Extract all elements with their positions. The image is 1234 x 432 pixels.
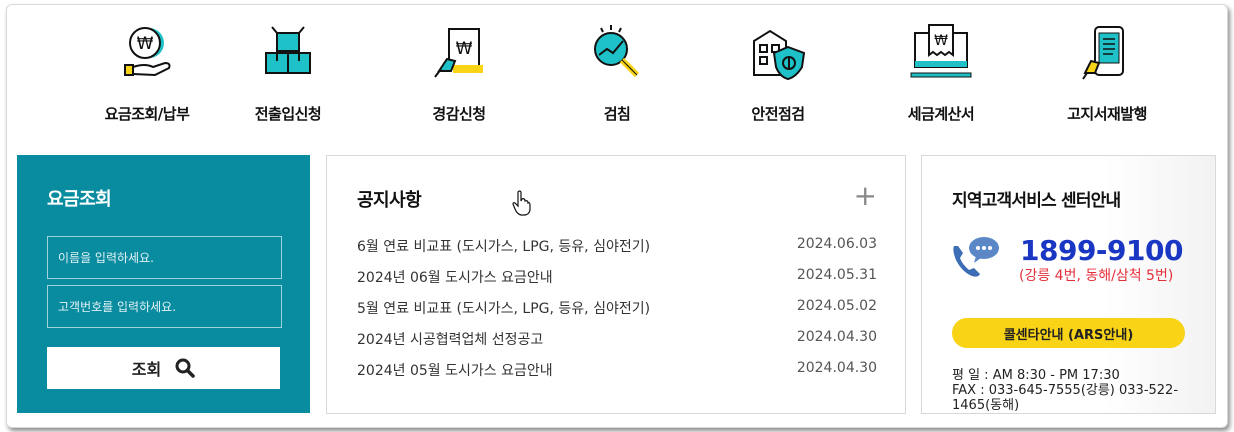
- name-input[interactable]: [47, 236, 282, 279]
- fee-lookup-panel: 요금조회 조회: [17, 155, 310, 413]
- menu-move-request[interactable]: 전출입신청: [218, 21, 358, 141]
- notice-item-title: 6월 연료 비교표 (도시가스, LPG, 등유, 심야전기): [357, 239, 651, 255]
- weekday-hours: 평 일 : AM 8:30 - PM 17:30: [952, 368, 1120, 383]
- fax-numbers: FAX : 033-645-7555(강릉) 033-522-1465(동해): [952, 383, 1179, 413]
- svg-text:₩: ₩: [137, 34, 154, 54]
- notice-item[interactable]: 5월 연료 비교표 (도시가스, LPG, 등유, 심야전기) 2024.05.…: [357, 298, 877, 320]
- notice-item[interactable]: 2024년 05월 도시가스 요금안내 2024.04.30: [357, 360, 877, 382]
- meter-magnifier-icon: [594, 25, 640, 78]
- notice-item[interactable]: 2024년 06월 도시가스 요금안내 2024.05.31: [357, 267, 877, 289]
- notice-item[interactable]: 2024년 시공협력업체 선정공고 2024.04.30: [357, 329, 877, 351]
- building-shield-icon: [753, 29, 806, 81]
- more-plus-icon[interactable]: +: [854, 182, 877, 210]
- notice-item-title: 5월 연료 비교표 (도시가스, LPG, 등유, 심야전기): [357, 301, 651, 317]
- menu-label: 검침: [603, 105, 631, 123]
- menu-label: 안전점검: [751, 105, 805, 123]
- menu-label: 고지서재발행: [1067, 105, 1147, 123]
- notice-title: 공지사항: [357, 190, 422, 211]
- menu-meter-reading[interactable]: 검침: [547, 21, 687, 141]
- notice-item-date: 2024.04.30: [796, 360, 877, 376]
- page-frame: ₩ 요금조회/납부 전출입신청 ₩ 경감신청 검침 안전점검 ₩ 세금계산서 고…: [6, 4, 1228, 428]
- hand-cursor-icon: [512, 190, 531, 216]
- menu-label: 전출입신청: [254, 105, 322, 123]
- menu-reduction-request[interactable]: ₩ 경감신청: [389, 21, 529, 141]
- notice-item-title: 2024년 시공협력업체 선정공고: [357, 332, 544, 348]
- notice-panel: 공지사항 + 6월 연료 비교표 (도시가스, LPG, 등유, 심야전기) 2…: [326, 155, 906, 414]
- notice-item-date: 2024.05.02: [796, 298, 877, 314]
- phone-chat-icon: [953, 237, 999, 277]
- monitor-receipt-icon: ₩: [910, 24, 972, 78]
- notice-item-date: 2024.06.03: [796, 236, 877, 252]
- fee-lookup-title: 요금조회: [47, 189, 112, 210]
- boxes-icon: [265, 26, 311, 74]
- call-center-button[interactable]: 콜센타안내 (ARS안내): [952, 318, 1185, 348]
- notice-item-title: 2024년 05월 도시가스 요금안내: [357, 363, 553, 379]
- phone-bill-icon: [1082, 26, 1124, 80]
- won-coin-hand-icon: ₩: [124, 27, 171, 77]
- menu-label: 요금조회/납부: [104, 105, 190, 123]
- phone-extension-info: (강릉 4번, 동해/삼척 5번): [1019, 268, 1174, 284]
- customer-number-input[interactable]: [47, 285, 282, 328]
- service-center-panel: 지역고객서비스 센터안내 1899-9100 (강릉 4번, 동해/삼척 5번)…: [921, 155, 1216, 414]
- service-hours: 평 일 : AM 8:30 - PM 17:30 FAX : 033-645-7…: [952, 368, 1192, 413]
- menu-fee-payment[interactable]: ₩ 요금조회/납부: [77, 21, 217, 141]
- menu-label: 경감신청: [432, 105, 486, 123]
- service-center-title: 지역고객서비스 센터안내: [952, 191, 1121, 211]
- search-button[interactable]: 조회: [47, 347, 280, 389]
- notice-item-date: 2024.04.30: [796, 329, 877, 345]
- search-icon: [175, 358, 195, 378]
- phone-number: 1899-9100: [1020, 234, 1183, 267]
- quick-menu: ₩ 요금조회/납부 전출입신청 ₩ 경감신청 검침 안전점검 ₩ 세금계산서 고…: [7, 5, 1227, 145]
- won-document-hand-icon: ₩: [434, 28, 483, 78]
- menu-tax-invoice[interactable]: ₩ 세금계산서: [871, 21, 1011, 141]
- menu-label: 세금계산서: [907, 105, 975, 123]
- notice-item[interactable]: 6월 연료 비교표 (도시가스, LPG, 등유, 심야전기) 2024.06.…: [357, 236, 877, 258]
- svg-text:₩: ₩: [456, 39, 473, 59]
- menu-bill-reissue[interactable]: 고지서재발행: [1037, 21, 1177, 141]
- svg-text:₩: ₩: [934, 33, 948, 49]
- menu-safety-check[interactable]: 안전점검: [708, 21, 848, 141]
- notice-item-title: 2024년 06월 도시가스 요금안내: [357, 270, 553, 286]
- search-button-label: 조회: [131, 360, 162, 379]
- notice-item-date: 2024.05.31: [796, 267, 877, 283]
